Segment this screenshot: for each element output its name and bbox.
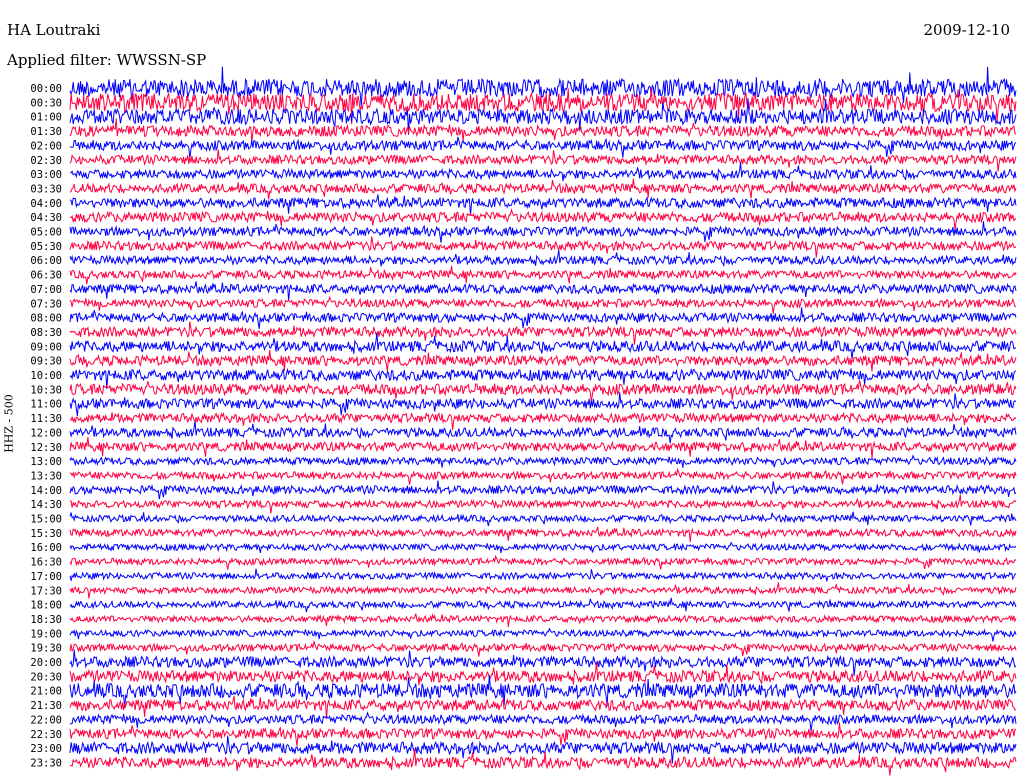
row-label: 22:30	[30, 729, 62, 741]
row-label: 23:00	[30, 743, 62, 755]
row-label: 07:00	[30, 284, 62, 296]
trace-1900	[69, 627, 1017, 642]
trace-2330	[69, 748, 1017, 776]
helicorder-plot: 00:00 00:30 01:00 01:30 02:00 02:30 03:00 03:30…	[30, 66, 1017, 776]
trace-0530	[69, 236, 1017, 258]
row-label: 19:00	[30, 628, 62, 640]
trace-1400	[69, 480, 1017, 500]
row-label: 15:00	[30, 514, 62, 526]
row-label: 09:00	[30, 341, 62, 353]
trace-1830	[69, 613, 1017, 628]
trace-0500	[69, 221, 1017, 243]
row-label-group: 00:00 00:30 01:00 01:30 02:00 02:30 03:00 03:30…	[30, 83, 62, 769]
trace-0230	[69, 149, 1017, 172]
trace-0000	[69, 66, 1017, 107]
trace-0400	[69, 194, 1017, 216]
trace-1100	[69, 392, 1017, 417]
row-label: 06:30	[30, 270, 62, 282]
trace-1000	[69, 367, 1017, 389]
trace-0300	[70, 162, 1017, 182]
row-label: 18:00	[30, 600, 62, 612]
trace-0930	[69, 349, 1017, 372]
trace-1530	[69, 526, 1017, 543]
date-label: 2009-12-10	[923, 21, 1010, 39]
trace-0100	[69, 98, 1017, 135]
row-label: 04:00	[30, 198, 62, 210]
row-label: 18:30	[30, 614, 62, 626]
filter-label: Applied filter: WWSSN-SP	[7, 51, 207, 69]
row-label: 10:30	[30, 384, 62, 396]
trace-2300	[69, 735, 1017, 764]
row-label: 14:30	[30, 499, 62, 511]
row-label: 12:00	[30, 427, 62, 439]
trace-1600	[69, 541, 1017, 554]
row-label: 19:30	[30, 643, 62, 655]
trace-2000	[69, 649, 1017, 677]
trace-2230	[69, 722, 1017, 747]
row-label: 00:30	[30, 97, 62, 109]
row-label: 22:00	[30, 714, 62, 726]
row-label: 16:30	[30, 557, 62, 569]
row-label: 16:00	[30, 542, 62, 554]
trace-1730	[69, 582, 1017, 599]
row-label: 07:30	[30, 298, 62, 310]
trace-1700	[69, 568, 1017, 582]
row-label: 23:30	[30, 757, 62, 769]
row-label: 20:00	[30, 657, 62, 669]
row-label: 02:00	[30, 140, 62, 152]
row-label: 17:30	[30, 585, 62, 597]
row-label: 00:00	[30, 83, 62, 95]
trace-0730	[69, 295, 1017, 314]
row-label: 20:30	[30, 671, 62, 683]
row-label: 09:30	[30, 356, 62, 368]
row-label: 08:00	[30, 313, 62, 325]
row-label: 14:00	[30, 485, 62, 497]
trace-1130	[69, 411, 1017, 430]
trace-1300	[69, 454, 1017, 468]
row-label: 01:30	[30, 126, 62, 138]
row-label: 11:00	[30, 399, 62, 411]
station-title: HA Loutraki	[7, 21, 101, 39]
trace-0830	[69, 321, 1017, 345]
row-label: 01:00	[30, 112, 62, 124]
trace-0330	[69, 178, 1017, 200]
trace-1630	[69, 554, 1017, 570]
row-label: 08:30	[30, 327, 62, 339]
row-label: 10:00	[30, 370, 62, 382]
trace-0900	[69, 332, 1017, 360]
trace-1230	[69, 436, 1017, 459]
y-axis-label: HHZ - 500	[2, 394, 16, 453]
trace-1200	[69, 420, 1017, 444]
trace-0800	[69, 307, 1017, 329]
row-label: 03:00	[30, 169, 62, 181]
trace-1800	[69, 597, 1017, 613]
trace-2200	[69, 711, 1017, 732]
trace-0130	[69, 118, 1017, 144]
trace-1930	[69, 639, 1017, 657]
row-label: 21:00	[30, 686, 62, 698]
trace-1430	[69, 494, 1017, 514]
trace-group	[69, 66, 1017, 776]
trace-0630	[69, 265, 1017, 285]
row-label: 03:30	[30, 183, 62, 195]
row-label: 02:30	[30, 155, 62, 167]
row-label: 21:30	[30, 700, 62, 712]
trace-0600	[69, 249, 1017, 268]
row-label: 17:00	[30, 571, 62, 583]
row-label: 04:30	[30, 212, 62, 224]
trace-1500	[69, 511, 1017, 527]
row-label: 15:30	[30, 528, 62, 540]
row-label: 13:00	[30, 456, 62, 468]
row-label: 12:30	[30, 442, 62, 454]
row-label: 05:30	[30, 241, 62, 253]
row-label: 11:30	[30, 413, 62, 425]
trace-1330	[69, 467, 1017, 485]
row-label: 13:30	[30, 470, 62, 482]
row-label: 05:00	[30, 227, 62, 239]
trace-0430	[69, 208, 1017, 231]
trace-0700	[69, 281, 1017, 301]
row-label: 06:00	[30, 255, 62, 267]
